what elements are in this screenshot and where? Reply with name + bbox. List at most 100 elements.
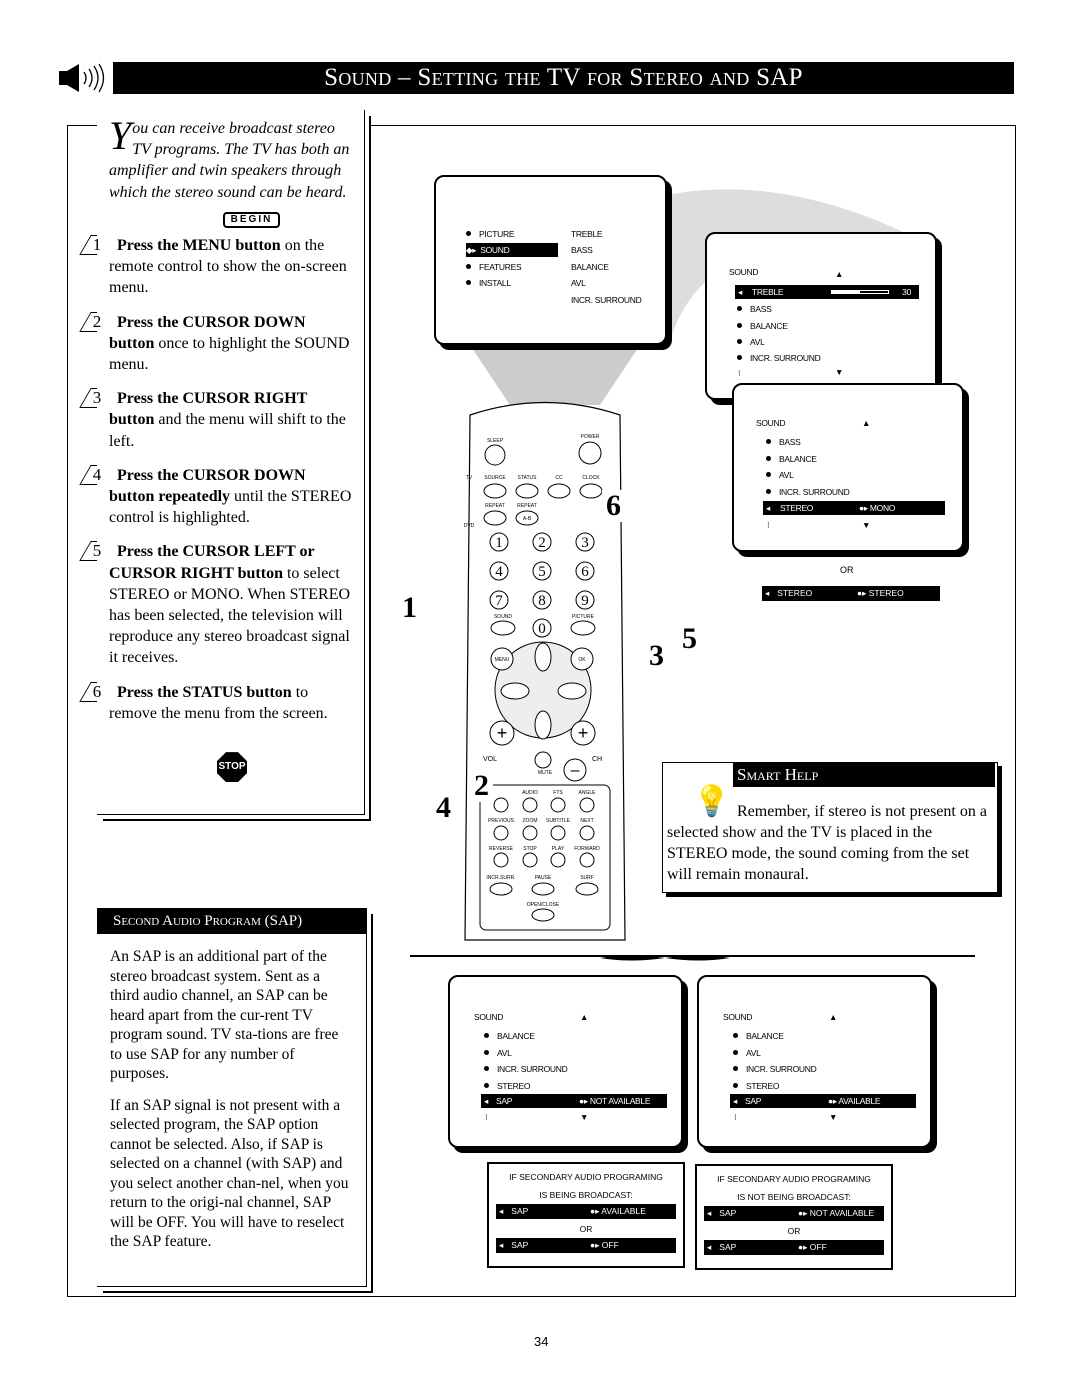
arrow-down-icon: ▼ bbox=[580, 1112, 589, 1122]
menu-item-avl[interactable]: AVL bbox=[737, 335, 765, 349]
menu-item-balance[interactable]: BALANCE bbox=[737, 319, 788, 333]
menu-item-treble[interactable]: ◂ TREBLE 30 bbox=[735, 285, 919, 299]
menu-item-balance[interactable]: BALANCE bbox=[766, 452, 817, 466]
svg-text:A-B: A-B bbox=[523, 516, 532, 522]
step-number: 6 bbox=[83, 681, 111, 703]
treble-slider[interactable] bbox=[831, 290, 889, 294]
menu-title: SOUND bbox=[756, 418, 786, 428]
svg-text:3: 3 bbox=[581, 535, 589, 551]
step-callout-2: 2 bbox=[470, 770, 493, 802]
menu-item[interactable]: BALANCE bbox=[733, 1029, 784, 1043]
menu-item-incr-surround[interactable]: INCR. SURROUND bbox=[766, 485, 850, 499]
svg-text:9: 9 bbox=[581, 593, 589, 609]
menu-item-install[interactable]: INSTALL bbox=[466, 276, 511, 290]
step-6: 6 Press the STATUS button to remove the m… bbox=[93, 681, 354, 724]
svg-text:FTS: FTS bbox=[553, 790, 563, 796]
svg-text:PREVIOUS: PREVIOUS bbox=[488, 818, 515, 824]
menu-item-incr-surround[interactable]: INCR. SURROUND bbox=[737, 351, 821, 365]
svg-text:OPEN/CLOSE: OPEN/CLOSE bbox=[527, 902, 560, 908]
or-label: OR bbox=[840, 565, 854, 575]
menu-item-bass[interactable]: BASS bbox=[766, 435, 801, 449]
step-callout-6: 6 bbox=[602, 490, 625, 522]
svg-text:5: 5 bbox=[538, 564, 546, 580]
svg-text:REPEAT: REPEAT bbox=[485, 503, 505, 509]
menu-item[interactable]: AVL bbox=[484, 1046, 512, 1060]
step-callout-5: 5 bbox=[678, 623, 701, 655]
intro-text: You can receive broadcast stereo TV prog… bbox=[109, 113, 350, 201]
svg-text:PLAY: PLAY bbox=[552, 846, 565, 852]
step-number: 5 bbox=[83, 540, 111, 562]
svg-text:2: 2 bbox=[538, 535, 546, 551]
sap-menu-screen: SOUND ▲ BALANCE AVL INCR. SURROUND STEREO ◂ SAP… bbox=[448, 975, 683, 1148]
sap-info-box: IF SECONDARY AUDIO PROGRAMING IS BEING BR… bbox=[487, 1162, 685, 1268]
menu-item[interactable]: INCR. SURROUND bbox=[733, 1062, 817, 1076]
submenu-avl: AVL bbox=[571, 278, 586, 288]
menu-item-features[interactable]: FEATURES bbox=[466, 260, 522, 274]
step-2: 2 Press the CURSOR DOWN button once to hi… bbox=[93, 311, 354, 376]
svg-text:MENU: MENU bbox=[495, 657, 510, 663]
arrow-down-icon: ▼ bbox=[829, 1112, 838, 1122]
menu-item-sap[interactable]: ◂ SAP ●▸ NOT AVAILABLE bbox=[481, 1094, 667, 1108]
smart-help-text: Remember, if stereo is not present on a … bbox=[667, 803, 987, 883]
info-line: IF SECONDARY AUDIO PROGRAMING bbox=[717, 1174, 871, 1184]
submenu-balance: BALANCE bbox=[571, 262, 609, 272]
svg-text:6: 6 bbox=[581, 564, 589, 580]
sap-paragraph-1: An SAP is an additional part of the ster… bbox=[110, 948, 339, 1082]
drop-cap: Y bbox=[109, 113, 132, 158]
svg-text:SUBTITLE: SUBTITLE bbox=[546, 818, 571, 824]
menu-item[interactable]: BALANCE bbox=[484, 1029, 535, 1043]
svg-text:7: 7 bbox=[495, 593, 503, 609]
cursor-right-button[interactable] bbox=[557, 682, 587, 700]
step-1: 1 Press the MENU button on the remote con… bbox=[93, 234, 354, 299]
menu-item-sap[interactable]: ◂ SAP ●▸ AVAILABLE bbox=[730, 1094, 916, 1108]
speaker-icon bbox=[57, 62, 109, 94]
menu-item[interactable]: STEREO bbox=[733, 1079, 779, 1093]
svg-text:ANGLE: ANGLE bbox=[579, 790, 597, 796]
svg-text:+: + bbox=[497, 723, 508, 743]
svg-text:PAUSE: PAUSE bbox=[535, 875, 552, 881]
stereo-option-bar: ◂ STEREO ●▸ STEREO bbox=[762, 586, 940, 601]
menu-item-picture[interactable]: PICTURE bbox=[466, 227, 561, 241]
cursor-up-button[interactable] bbox=[534, 642, 552, 672]
arrow-up-icon: ▲ bbox=[835, 269, 844, 279]
scroll-icon: ⁝ bbox=[738, 368, 741, 378]
or-label: OR bbox=[579, 1224, 593, 1234]
menu-item[interactable]: INCR. SURROUND bbox=[484, 1062, 568, 1076]
svg-text:TV: TV bbox=[466, 475, 473, 481]
step-number: 3 bbox=[83, 387, 111, 409]
arrow-down-icon: ▼ bbox=[835, 367, 844, 377]
menu-item-sound[interactable]: ◆▸ SOUND bbox=[466, 243, 558, 257]
step-number: 1 bbox=[83, 234, 111, 256]
cursor-left-button[interactable] bbox=[500, 682, 530, 700]
sap-info-box: IF SECONDARY AUDIO PROGRAMING IS NOT BEIN… bbox=[695, 1164, 893, 1270]
submenu-treble: TREBLE bbox=[571, 229, 603, 239]
svg-text:SURF: SURF bbox=[580, 875, 594, 881]
svg-text:+: + bbox=[578, 723, 589, 743]
svg-text:STATUS: STATUS bbox=[518, 475, 538, 481]
menu-title: SOUND bbox=[723, 1012, 753, 1022]
arrow-updown-icon: ▲ bbox=[829, 1012, 838, 1022]
sap-option-bar: ◂ SAP ●▸ OFF bbox=[704, 1240, 884, 1255]
svg-text:0: 0 bbox=[538, 621, 546, 637]
svg-text:REPEAT: REPEAT bbox=[517, 503, 537, 509]
smart-help-box: Smart Help 💡 Remember, if stereo is not … bbox=[662, 762, 998, 893]
menu-item[interactable]: STEREO bbox=[484, 1079, 530, 1093]
menu-item[interactable]: AVL bbox=[733, 1046, 761, 1060]
arrow-updown-icon: ▲ bbox=[580, 1012, 589, 1022]
svg-text:FORWARD: FORWARD bbox=[574, 846, 600, 852]
scroll-icon: ⁝ bbox=[734, 1112, 737, 1122]
menu-item-bass[interactable]: BASS bbox=[737, 302, 772, 316]
step-action: Press the MENU button bbox=[117, 237, 281, 255]
remote-control: SLEEP POWER TV DVD SOURCE STATUS CC CLOCK RE… bbox=[464, 401, 626, 941]
svg-text:SOURCE: SOURCE bbox=[484, 475, 506, 481]
info-line: IS BEING BROADCAST: bbox=[539, 1190, 633, 1200]
svg-text:SOUND: SOUND bbox=[494, 614, 512, 620]
cursor-down-button[interactable] bbox=[534, 710, 552, 740]
menu-item-avl[interactable]: AVL bbox=[766, 468, 794, 482]
step-callout-3: 3 bbox=[645, 640, 668, 672]
svg-text:NEXT: NEXT bbox=[580, 818, 593, 824]
submenu-bass: BASS bbox=[571, 245, 593, 255]
sap-option-bar: ◂ SAP ●▸ AVAILABLE bbox=[496, 1204, 676, 1219]
menu-item-stereo[interactable]: ◂ STEREO ●▸ MONO bbox=[763, 501, 945, 515]
arrow-down-icon: ▼ bbox=[862, 520, 871, 530]
